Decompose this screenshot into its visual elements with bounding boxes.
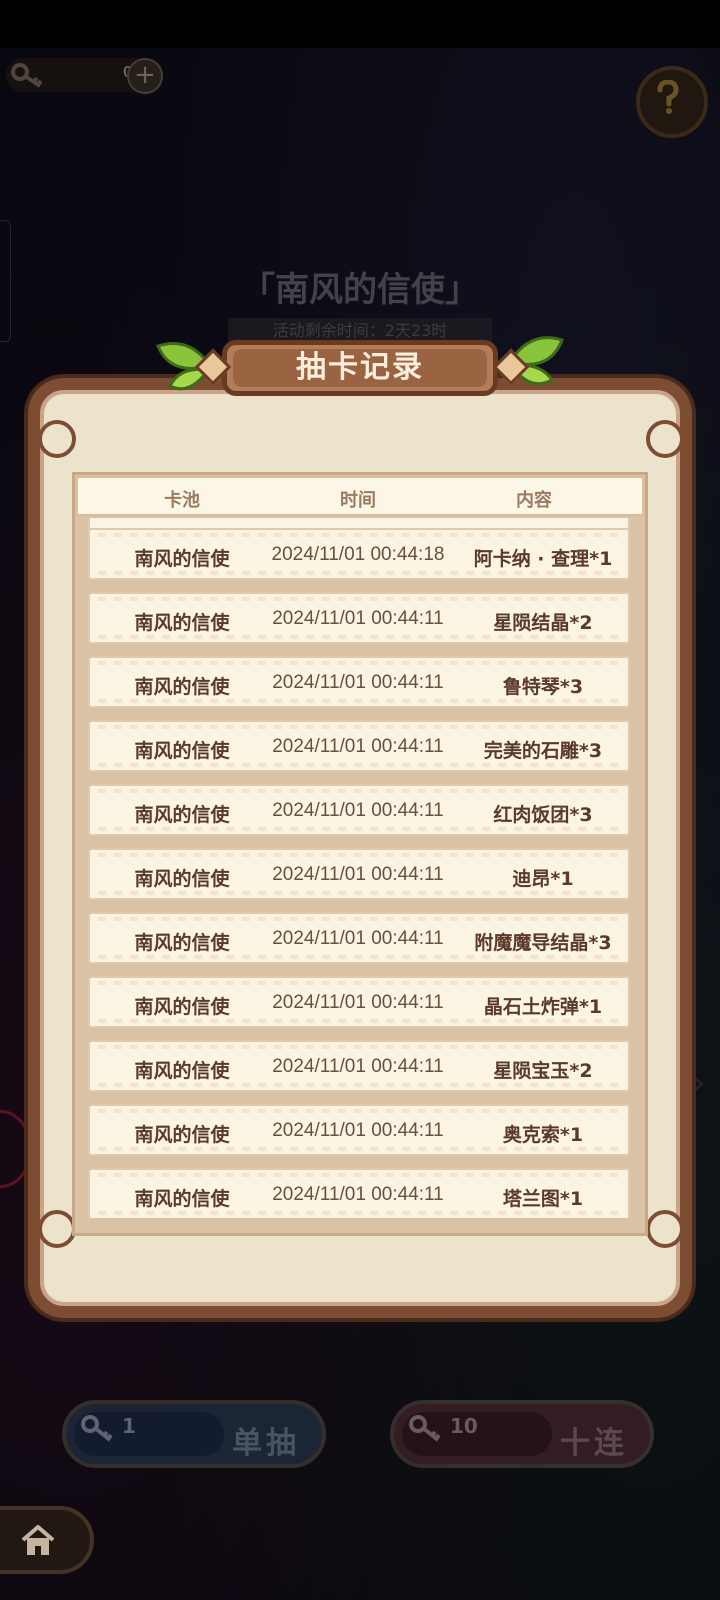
row-item: 鲁特琴*3 — [502, 676, 584, 698]
row-time: 2024/11/01 00:44:11 — [272, 928, 444, 949]
key-icon — [409, 1415, 441, 1442]
ten-draw-button[interactable]: 10 十连 — [390, 1400, 654, 1468]
row-pool: 南风的信使 — [134, 804, 230, 826]
table-header: 卡池 时间 内容 — [76, 476, 644, 516]
row-pool: 南风的信使 — [134, 612, 230, 634]
table-row: 南风的信使 2024/11/01 00:44:11 红肉饭团*3 — [88, 784, 630, 836]
key-icon — [81, 1415, 113, 1442]
row-pool: 南风的信使 — [134, 868, 230, 890]
row-item: 红肉饭团*3 — [493, 804, 593, 826]
row-time: 2024/11/01 00:44:18 — [271, 544, 445, 565]
records-scroll-list[interactable]: 南风的信使 2024/11/01 00:44:18 阿卡纳 · 查理*1 南风的… — [88, 518, 634, 1218]
row-time: 2024/11/01 00:44:11 — [272, 1056, 444, 1077]
row-pool: 南风的信使 — [134, 548, 230, 570]
single-draw-label: 单抽 — [232, 1426, 300, 1461]
table-row: 南风的信使 2024/11/01 00:44:11 迪昂*1 — [88, 848, 630, 900]
row-time: 2024/11/01 00:44:11 — [272, 608, 444, 629]
single-draw-button[interactable]: 1 单抽 — [62, 1400, 326, 1468]
row-time: 2024/11/01 00:44:11 — [272, 800, 444, 821]
panel-corner-ornament — [646, 420, 684, 458]
row-pool: 南风的信使 — [134, 1124, 230, 1146]
row-pool: 南风的信使 — [134, 1060, 230, 1082]
row-time: 2024/11/01 00:44:11 — [272, 1184, 444, 1205]
panel-corner-ornament — [38, 1210, 76, 1248]
table-row: 南风的信使 2024/11/01 00:44:11 晶石土炸弹*1 — [88, 976, 630, 1028]
column-header-pool: 卡池 — [164, 490, 200, 511]
table-row: 南风的信使 2024/11/01 00:44:11 星陨结晶*2 — [88, 592, 630, 644]
ten-draw-count: 10 — [450, 1414, 478, 1438]
row-item: 塔兰图*1 — [502, 1188, 584, 1210]
row-item: 奥克索*1 — [502, 1124, 584, 1146]
panel-corner-ornament — [646, 1210, 684, 1248]
row-time: 2024/11/01 00:44:11 — [272, 864, 444, 885]
row-item: 完美的石雕*3 — [483, 740, 603, 762]
table-row: 南风的信使 2024/11/01 00:44:11 完美的石雕*3 — [88, 720, 630, 772]
panel-corner-ornament — [38, 420, 76, 458]
row-item: 星陨结晶*2 — [493, 612, 593, 634]
table-row: 南风的信使 2024/11/01 00:44:11 星陨宝玉*2 — [88, 1040, 630, 1092]
row-pool: 南风的信使 — [134, 740, 230, 762]
row-item: 迪昂*1 — [512, 868, 574, 890]
row-item: 晶石土炸弹*1 — [483, 996, 603, 1018]
table-row: 南风的信使 2024/11/01 00:44:11 塔兰图*1 — [88, 1168, 630, 1218]
home-icon — [21, 1525, 55, 1555]
row-item: 阿卡纳 · 查理*1 — [473, 548, 613, 570]
row-pool: 南风的信使 — [134, 996, 230, 1018]
row-time: 2024/11/01 00:44:11 — [272, 672, 444, 693]
row-pool: 南风的信使 — [134, 932, 230, 954]
ten-draw-label: 十连 — [560, 1426, 628, 1461]
table-row: 南风的信使 2024/11/01 00:44:18 阿卡纳 · 查理*1 — [88, 528, 630, 580]
row-time: 2024/11/01 00:44:11 — [272, 1120, 444, 1141]
row-pool: 南风的信使 — [134, 1188, 230, 1210]
row-item: 星陨宝玉*2 — [493, 1060, 593, 1082]
single-draw-count: 1 — [122, 1414, 136, 1438]
dialog-title-plate: 抽卡记录 — [222, 340, 498, 396]
home-button[interactable] — [0, 1506, 94, 1574]
table-row: 南风的信使 2024/11/01 00:44:11 鲁特琴*3 — [88, 656, 630, 708]
dialog-title: 抽卡记录 — [233, 349, 487, 387]
column-header-time: 时间 — [340, 490, 376, 511]
column-header-content: 内容 — [516, 490, 552, 511]
table-row: 南风的信使 2024/11/01 00:44:11 奥克索*1 — [88, 1104, 630, 1156]
row-time: 2024/11/01 00:44:11 — [272, 992, 444, 1013]
row-item: 附魔魔导结晶*3 — [474, 932, 612, 954]
row-pool: 南风的信使 — [134, 676, 230, 698]
table-row: 南风的信使 2024/11/01 00:44:11 附魔魔导结晶*3 — [88, 912, 630, 964]
row-time: 2024/11/01 00:44:11 — [272, 736, 444, 757]
